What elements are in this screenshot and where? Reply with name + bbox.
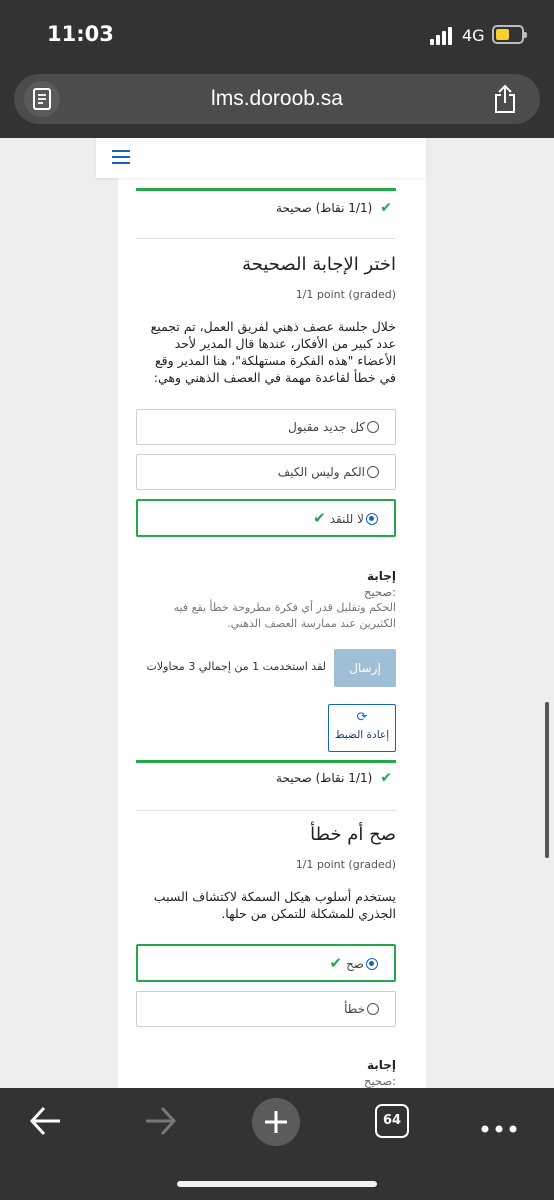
- option-label: خطأ: [344, 1002, 365, 1016]
- question-separator: [136, 238, 396, 239]
- radio-icon[interactable]: [367, 1003, 379, 1015]
- answer-label: صحيح:: [364, 1074, 396, 1088]
- check-icon: ✔: [329, 954, 343, 972]
- option-label: صح: [346, 957, 364, 971]
- check-icon: ✔: [313, 509, 326, 527]
- reset-label: إعادة الضبط: [334, 729, 390, 741]
- result-text: (1/1 نقاط) صحيحة: [276, 201, 373, 215]
- answer-label: صحيح:: [364, 585, 396, 599]
- result-divider: [136, 188, 396, 191]
- option-label: لا للنقد: [329, 512, 364, 526]
- option-true[interactable]: صح✔: [136, 944, 396, 982]
- refresh-icon: ⟳: [356, 710, 368, 725]
- radio-icon[interactable]: [367, 421, 379, 433]
- answer-heading: إجابة: [366, 569, 396, 583]
- result-text: (1/1 نقاط) صحيحة: [276, 771, 373, 785]
- question3-text: يستخدم أسلوب هيكل السمكة لاكتشاف السبب ا…: [153, 889, 396, 921]
- status-bar: 11:03 4G: [0, 0, 554, 70]
- more-options-icon[interactable]: [481, 1118, 517, 1137]
- option-label: الكم وليس الكيف: [277, 465, 365, 479]
- top-menu-bar: [96, 138, 426, 178]
- network-type: 4G: [462, 26, 485, 45]
- check-icon: ✔: [380, 770, 392, 786]
- hamburger-menu-icon[interactable]: [111, 149, 131, 165]
- question2-title: اختر الإجابة الصحيحة: [242, 254, 396, 275]
- attempts-text: لقد استخدمت 1 من إجمالي 3 محاولات: [146, 660, 326, 673]
- battery-icon: [492, 25, 527, 44]
- option-every-new-accepted[interactable]: كل جديد مقبول: [136, 409, 396, 445]
- question3-title: صح أم خطأ: [310, 824, 396, 845]
- tab-count-button[interactable]: 64: [375, 1104, 409, 1138]
- question3-points: 1/1 point (graded): [295, 858, 396, 871]
- option-no-criticism[interactable]: لا للنقد✔: [136, 499, 396, 537]
- radio-selected-icon[interactable]: [366, 513, 378, 525]
- check-icon: ✔: [380, 200, 392, 216]
- option-quantity-not-quality[interactable]: الكم وليس الكيف: [136, 454, 396, 490]
- question2-text: خلال جلسة عصف ذهني لفريق العمل، تم تجميع…: [150, 319, 396, 385]
- question1-result: ✔ (1/1 نقاط) صحيحة: [136, 200, 396, 224]
- question2-points: 1/1 point (graded): [295, 288, 396, 301]
- reset-button[interactable]: ⟳ إعادة الضبط: [328, 704, 396, 752]
- question-separator: [136, 810, 396, 811]
- new-tab-plus-icon[interactable]: [252, 1098, 300, 1146]
- forward-arrow-icon[interactable]: [142, 1104, 178, 1142]
- address-bar[interactable]: lms.doroob.sa: [14, 74, 540, 124]
- cellular-signal-icon: [430, 27, 454, 45]
- back-arrow-icon[interactable]: [28, 1104, 64, 1142]
- browser-address-area: lms.doroob.sa: [0, 70, 554, 138]
- home-indicator: [177, 1181, 377, 1187]
- radio-icon[interactable]: [367, 466, 379, 478]
- option-false[interactable]: خطأ: [136, 991, 396, 1027]
- answer-explanation: الحكم وتقليل قدر أي فكرة مطروحة خطأ يقع …: [173, 601, 396, 630]
- answer-heading: إجابة: [366, 1058, 396, 1072]
- status-time: 11:03: [47, 22, 114, 46]
- submit-button[interactable]: إرسال: [334, 649, 396, 687]
- share-icon[interactable]: [492, 84, 518, 118]
- result-divider: [136, 760, 396, 763]
- radio-selected-icon[interactable]: [366, 958, 378, 970]
- option-label: كل جديد مقبول: [288, 420, 365, 434]
- url-text[interactable]: lms.doroob.sa: [14, 87, 540, 111]
- scrollbar[interactable]: [545, 702, 549, 858]
- question2-result: ✔ (1/1 نقاط) صحيحة: [136, 770, 396, 794]
